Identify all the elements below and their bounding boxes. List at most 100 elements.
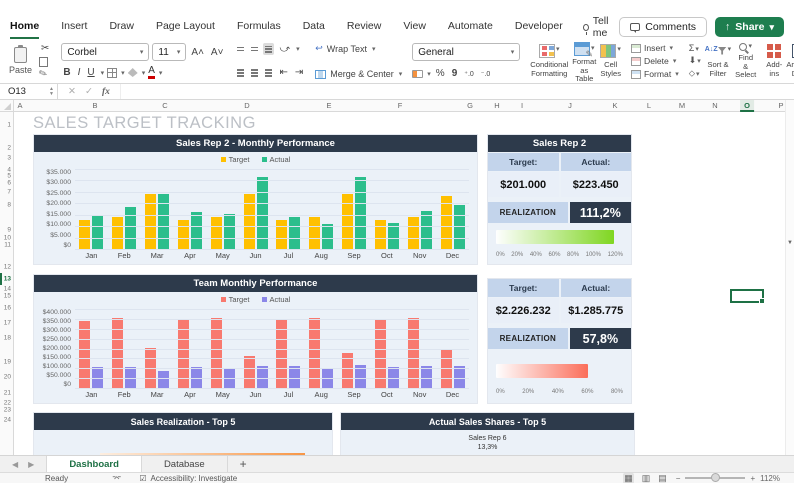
cut-button[interactable]: ✂ xyxy=(39,43,51,55)
tell-me-button[interactable]: Tell me xyxy=(582,15,620,39)
number-format-select[interactable]: General ▾ xyxy=(412,43,521,61)
kpi-panel-team[interactable]: Target: Actual: $2.226.232 $1.285.775 RE… xyxy=(487,278,632,404)
align-left-button[interactable] xyxy=(235,67,246,79)
name-box[interactable]: O13 ▲ ▼ xyxy=(0,84,58,99)
page-break-view-button[interactable]: ▤ xyxy=(658,473,667,483)
column-header-O[interactable]: O xyxy=(740,100,754,112)
zoom-slider[interactable] xyxy=(685,473,746,483)
comments-button[interactable]: Comments xyxy=(619,17,708,37)
copy-button[interactable] xyxy=(39,54,54,67)
ribbon-tab-home[interactable]: Home xyxy=(10,16,40,39)
delete-cells-button[interactable]: Delete ▾ xyxy=(631,56,679,66)
ribbon-tab-page-layout[interactable]: Page Layout xyxy=(156,16,215,39)
align-bottom-button[interactable] xyxy=(263,43,275,56)
ribbon-tab-insert[interactable]: Insert xyxy=(61,16,87,39)
paste-button[interactable]: Paste xyxy=(6,45,35,75)
italic-button[interactable]: I xyxy=(76,67,83,78)
chart-sales-rep2-monthly[interactable]: Sales Rep 2 - Monthly Performance Target… xyxy=(33,134,478,265)
decrease-decimal-button[interactable]: ⁻.0 xyxy=(479,70,493,78)
percent-style-button[interactable]: % xyxy=(434,68,447,79)
increase-font-button[interactable]: A˄ xyxy=(189,47,206,58)
insert-cells-button[interactable]: Insert ▾ xyxy=(631,43,679,53)
row-header-22[interactable]: 22 xyxy=(4,400,11,407)
kpi-panel-sales-rep2[interactable]: Sales Rep 2 Target: Actual: $201.000 $22… xyxy=(487,134,632,265)
autosum-button[interactable]: Σ▾ xyxy=(689,43,701,53)
sheet-tab-dashboard[interactable]: Dashboard xyxy=(46,456,142,472)
bold-button[interactable]: B xyxy=(61,67,72,78)
column-header-F[interactable]: F xyxy=(394,100,407,112)
row-header-9[interactable]: 9 xyxy=(7,227,11,234)
row-header-6[interactable]: 6 xyxy=(7,180,11,187)
select-all-corner[interactable] xyxy=(0,100,14,112)
chart-sales-realization-top5[interactable]: Sales Realization - Top 5 Sales Rep 2 11… xyxy=(33,412,333,455)
accounting-format-button[interactable] xyxy=(412,69,424,78)
row-header-21[interactable]: 21 xyxy=(4,390,11,397)
normal-view-button[interactable]: ▦ xyxy=(623,472,634,483)
column-header-G[interactable]: G xyxy=(463,100,477,112)
align-right-button[interactable] xyxy=(263,67,274,79)
name-box-stepper[interactable]: ▲ ▼ xyxy=(49,86,54,97)
row-header-15[interactable]: 15 xyxy=(4,293,11,300)
zoom-level[interactable]: 112% xyxy=(760,474,780,483)
chart-team-monthly[interactable]: Team Monthly Performance Target Actual $4… xyxy=(33,274,478,404)
ribbon-tab-automate[interactable]: Automate xyxy=(448,16,493,39)
row-header-5[interactable]: 5 xyxy=(7,173,11,180)
insert-function-icon[interactable]: fx xyxy=(102,87,110,97)
row-header-11[interactable]: 11 xyxy=(4,242,11,249)
wrap-text-button[interactable]: ↩ Wrap Text ▾ xyxy=(315,43,402,54)
clear-button[interactable]: ⬦▾ xyxy=(689,68,701,79)
zoom-slider-knob[interactable] xyxy=(711,473,721,483)
page-layout-view-button[interactable]: ▥ xyxy=(642,473,651,483)
row-header-14[interactable]: 14 xyxy=(4,286,11,293)
format-cells-button[interactable]: Format ▾ xyxy=(631,69,679,79)
row-header-8[interactable]: 8 xyxy=(7,202,11,209)
fill-color-button[interactable] xyxy=(127,68,138,77)
increase-decimal-button[interactable]: ⁺.0 xyxy=(462,70,476,78)
font-size-select[interactable]: 11 ▾ xyxy=(152,43,187,61)
column-header-C[interactable]: C xyxy=(158,100,171,112)
sheet-nav-left-icon[interactable]: ◀ xyxy=(12,460,18,469)
addins-button[interactable]: Add-ins xyxy=(766,42,782,80)
conditional-formatting-button[interactable]: ▾ Conditional Formatting xyxy=(530,42,568,80)
ribbon-tab-developer[interactable]: Developer xyxy=(515,16,563,39)
row-header-24[interactable]: 24 xyxy=(4,417,11,424)
decrease-font-button[interactable]: A˅ xyxy=(209,47,226,58)
font-family-select[interactable]: Corbel ▾ xyxy=(61,43,150,61)
row-header-17[interactable]: 17 xyxy=(4,320,11,327)
row-header-2[interactable]: 2 xyxy=(7,145,11,152)
fill-button[interactable]: ⬇▾ xyxy=(689,55,701,66)
column-header-L[interactable]: L xyxy=(643,100,655,112)
row-header-23[interactable]: 23 xyxy=(4,407,11,414)
align-top-button[interactable] xyxy=(235,44,246,53)
row-header-7[interactable]: 7 xyxy=(7,189,11,196)
chart-actual-sales-shares-top5[interactable]: Actual Sales Shares - Top 5 Sales Rep 6 … xyxy=(340,412,635,455)
row-header-13[interactable]: 13 xyxy=(4,276,11,283)
increase-indent-button[interactable]: ⇥ xyxy=(293,67,305,78)
sort-filter-button[interactable]: A↓Z ▾ Sort & Filter xyxy=(705,42,731,80)
row-header-20[interactable]: 20 xyxy=(4,374,11,381)
column-header-I[interactable]: I xyxy=(517,100,527,112)
ribbon-tab-formulas[interactable]: Formulas xyxy=(237,16,281,39)
find-select-button[interactable]: ▾ Find & Select xyxy=(735,42,756,80)
format-painter-button[interactable]: ✎ xyxy=(38,66,53,81)
column-header-A[interactable]: A xyxy=(13,100,26,112)
share-button[interactable]: ↑ Share ▾ xyxy=(715,17,784,37)
zoom-out-button[interactable]: − xyxy=(676,474,681,483)
borders-button[interactable] xyxy=(107,67,118,78)
ribbon-tab-draw[interactable]: Draw xyxy=(109,16,134,39)
align-center-button[interactable] xyxy=(249,67,260,79)
vertical-scrollbar[interactable]: ▼ xyxy=(785,100,794,455)
row-header-3[interactable]: 3 xyxy=(7,155,11,162)
formula-input[interactable] xyxy=(121,84,794,99)
row-header-10[interactable]: 10 xyxy=(4,235,11,242)
row-header-19[interactable]: 19 xyxy=(4,359,11,366)
selected-cell-O13[interactable] xyxy=(730,289,765,304)
accessibility-status[interactable]: ☑ Accessibility: Investigate xyxy=(139,474,237,483)
cell-styles-button[interactable]: ▾ Cell Styles xyxy=(600,42,621,80)
add-sheet-button[interactable]: + xyxy=(228,456,259,472)
enter-icon[interactable]: ✓ xyxy=(85,86,93,97)
column-header-D[interactable]: D xyxy=(240,100,253,112)
comma-style-button[interactable]: 9 xyxy=(450,68,460,79)
column-header-B[interactable]: B xyxy=(88,100,101,112)
ribbon-tab-data[interactable]: Data xyxy=(303,16,325,39)
